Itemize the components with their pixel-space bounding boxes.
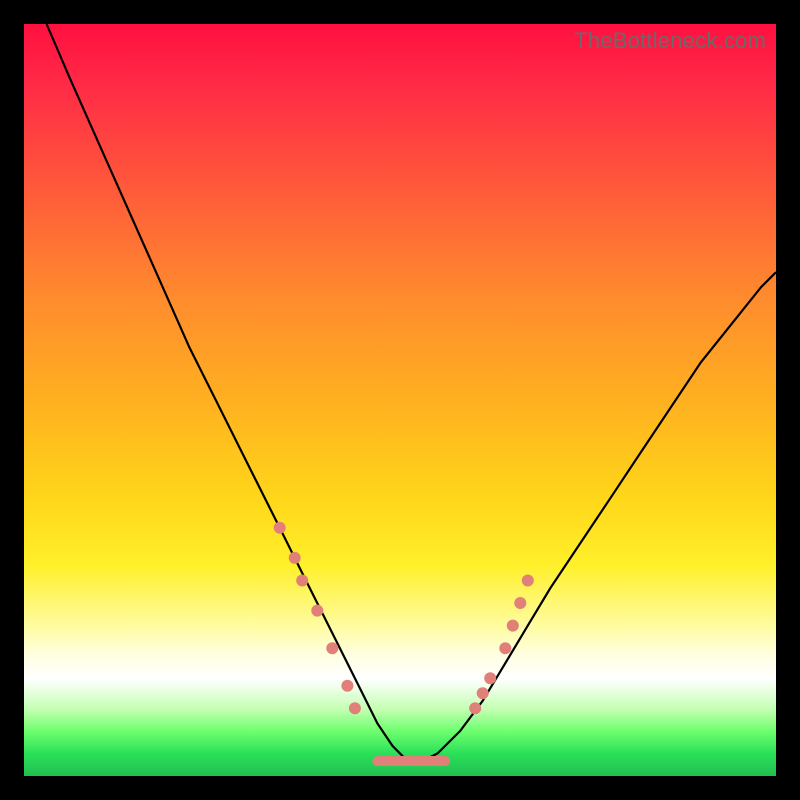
chart-svg: [24, 24, 776, 776]
curve-marker-dot: [469, 702, 481, 714]
curve-markers: [274, 522, 534, 715]
curve-marker-dot: [296, 575, 308, 587]
curve-marker-dot: [499, 642, 511, 654]
curve-marker-dot: [477, 687, 489, 699]
bottleneck-curve: [47, 24, 776, 761]
curve-marker-dot: [274, 522, 286, 534]
curve-marker-dot: [522, 575, 534, 587]
curve-marker-dot: [349, 702, 361, 714]
chart-frame: TheBottleneck.com: [0, 0, 800, 800]
plot-area: TheBottleneck.com: [24, 24, 776, 776]
curve-marker-dot: [514, 597, 526, 609]
curve-marker-dot: [289, 552, 301, 564]
curve-marker-dot: [484, 672, 496, 684]
curve-marker-dot: [341, 680, 353, 692]
curve-marker-dot: [326, 642, 338, 654]
curve-marker-dot: [311, 605, 323, 617]
curve-marker-dot: [507, 620, 519, 632]
